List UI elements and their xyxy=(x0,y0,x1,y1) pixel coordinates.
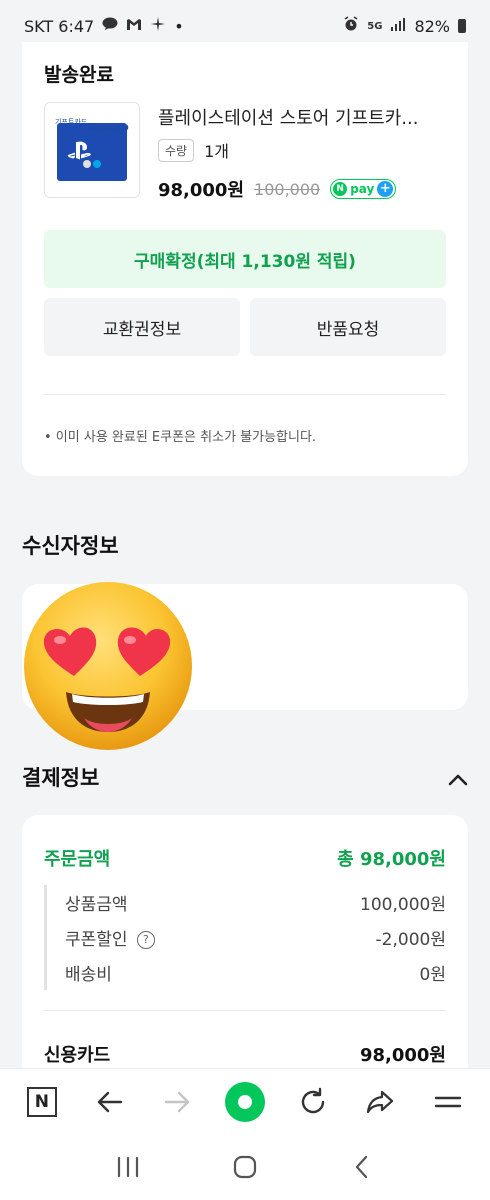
purchase-confirm-button[interactable]: 구매확정(최대 1,130원 적립) xyxy=(44,230,446,288)
heart-eyes-emoji-icon xyxy=(24,582,192,750)
order-amount-row: 주문금액 총 98,000원 xyxy=(44,845,446,871)
payment-detail-list: 상품금액 100,000원 쿠폰할인 ? -2,000원 배송비 0원 xyxy=(44,885,446,990)
talk-icon xyxy=(102,17,118,35)
order-amount-value: 총 98,000원 xyxy=(337,849,446,870)
quantity-label: 수량 xyxy=(158,138,195,162)
back-nav-icon[interactable] xyxy=(348,1153,376,1181)
product-item[interactable]: 기프트카드 ₩100,000 플레이스테이션 스토어 기프트카... 수량 1개… xyxy=(44,102,454,242)
sale-price: 98,000원 xyxy=(158,180,245,201)
carrier-time: SKT 6:47 xyxy=(24,16,95,36)
share-icon xyxy=(367,1090,394,1113)
product-amount-value: 100,000원 xyxy=(360,895,446,915)
payment-detail-row: 쿠폰할인 ? -2,000원 xyxy=(65,920,446,955)
chevron-up-icon[interactable] xyxy=(444,766,472,794)
menu-button[interactable] xyxy=(426,1080,470,1124)
gmail-icon xyxy=(126,18,142,35)
arrow-right-icon xyxy=(165,1091,190,1112)
credit-card-label: 신용카드 xyxy=(44,1045,111,1066)
credit-card-row: 신용카드 98,000원 xyxy=(44,1041,446,1067)
npay-plus-badge: N pay + xyxy=(330,179,397,199)
shipping-fee-label: 배송비 xyxy=(65,965,112,985)
alarm-icon xyxy=(343,16,359,36)
product-amount-label: 상품금액 xyxy=(65,895,128,915)
price-row: 98,000원 100,000 N pay + xyxy=(158,176,397,202)
npay-n-icon: N xyxy=(333,182,348,196)
original-price: 100,000 xyxy=(254,179,321,199)
green-dot-icon xyxy=(224,1081,265,1122)
coupon-discount-label-wrap: 쿠폰할인 ? xyxy=(65,925,155,950)
shipping-fee-value: 0원 xyxy=(419,965,446,985)
payment-card: 주문금액 총 98,000원 상품금액 100,000원 쿠폰할인 ? -2,0… xyxy=(22,815,468,1075)
recent-apps-icon[interactable] xyxy=(114,1155,142,1179)
browser-toolbar: N xyxy=(0,1068,490,1134)
exchange-info-button[interactable]: 교환권정보 xyxy=(44,298,240,356)
coupon-discount-label: 쿠폰할인 xyxy=(65,930,128,950)
forward-button[interactable] xyxy=(155,1080,199,1124)
green-home-button[interactable] xyxy=(223,1080,267,1124)
return-request-button[interactable]: 반품요청 xyxy=(250,298,446,356)
credit-card-value: 98,000원 xyxy=(359,1045,446,1066)
product-name[interactable]: 플레이스테이션 스토어 기프트카... xyxy=(158,104,418,130)
status-right: 5G 82% xyxy=(343,16,466,36)
payment-detail-row: 상품금액 100,000원 xyxy=(65,885,446,920)
back-button[interactable] xyxy=(88,1080,132,1124)
refresh-button[interactable] xyxy=(291,1080,335,1124)
payment-detail-row: 배송비 0원 xyxy=(65,955,446,990)
arrow-left-icon xyxy=(97,1091,122,1112)
plus-icon: + xyxy=(377,181,394,197)
quantity-value: 1개 xyxy=(204,142,229,161)
status-dot: • xyxy=(174,16,184,36)
gift-card-price: ₩100,000 xyxy=(89,124,129,132)
gift-card-dots xyxy=(83,153,109,168)
signal-icon xyxy=(390,17,406,35)
naver-n-icon: N xyxy=(26,1086,57,1117)
home-icon[interactable] xyxy=(231,1153,259,1181)
status-left: SKT 6:47 • xyxy=(24,16,184,36)
payment-info-title: 결제정보 xyxy=(22,766,100,790)
recipient-info-title: 수신자정보 xyxy=(22,534,119,558)
battery-percent: 82% xyxy=(414,16,450,36)
help-icon[interactable]: ? xyxy=(136,931,155,949)
coupon-discount-value: -2,000원 xyxy=(375,930,446,950)
cancel-notice: • 이미 사용 완료된 E쿠폰은 취소가 불가능합니다. xyxy=(44,430,317,445)
battery-icon xyxy=(458,19,466,33)
share-button[interactable] xyxy=(358,1080,402,1124)
naver-home-button[interactable]: N xyxy=(20,1080,64,1124)
sparkle-icon xyxy=(150,16,166,36)
shipping-status-title: 발송완료 xyxy=(44,64,114,86)
network-5g-icon: 5G xyxy=(367,20,383,32)
product-thumbnail[interactable]: 기프트카드 ₩100,000 xyxy=(44,102,140,198)
shipping-card: 발송완료 기프트카드 ₩100,000 플레이스테이션 스토어 기프트카... … xyxy=(22,42,468,476)
system-nav-bar xyxy=(0,1134,490,1200)
order-amount-label: 주문금액 xyxy=(44,849,111,870)
divider xyxy=(44,1010,446,1011)
divider xyxy=(44,394,446,395)
quantity-row: 수량 1개 xyxy=(158,138,229,162)
npay-label: pay xyxy=(350,182,375,196)
hamburger-menu-icon xyxy=(434,1096,462,1107)
refresh-icon xyxy=(301,1087,324,1113)
